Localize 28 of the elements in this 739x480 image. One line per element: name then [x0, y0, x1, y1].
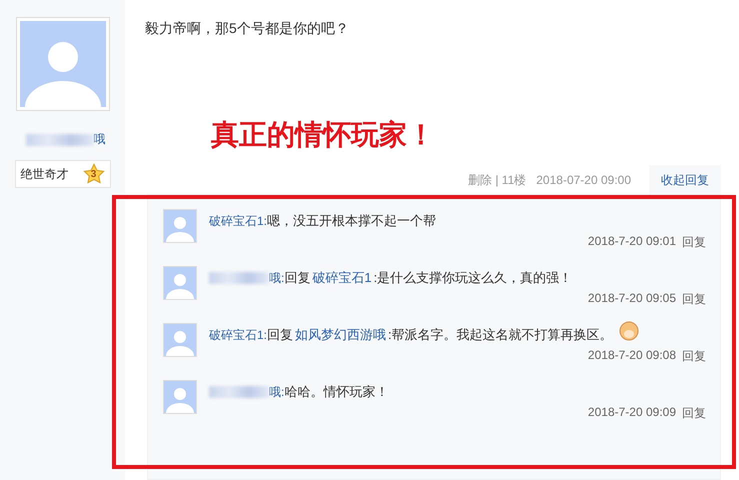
reply-time: 2018-7-20 09:09 — [588, 405, 676, 421]
floor-info: 删除 | 11楼 — [468, 172, 526, 188]
reply-text: :是什么支撑你玩这么久，真的强！ — [374, 269, 572, 287]
post-time: 2018-07-20 09:00 — [536, 173, 631, 187]
reply-prefix: 回复 — [284, 269, 310, 287]
rank-label: 绝世奇才 — [20, 166, 68, 182]
collapse-replies-tab[interactable]: 收起回复 — [649, 164, 721, 196]
reply-link[interactable]: 回复 — [682, 348, 706, 365]
reply-prefix: 回复 — [267, 326, 294, 344]
post-text: 毅力帝啊，那5个号都是你的吧？ — [145, 20, 350, 38]
reply-text: 嗯，没五开根本撑不起一个帮 — [267, 212, 436, 230]
mention-link[interactable]: 如风梦幻西游哦 — [295, 326, 386, 344]
reply-time: 2018-7-20 09:05 — [588, 291, 676, 307]
author-link[interactable]: 破碎宝石1: — [209, 212, 268, 230]
reply-time: 2018-7-20 09:01 — [588, 234, 676, 250]
reply-time: 2018-7-20 09:08 — [588, 348, 676, 364]
reply-text: 哈哈。情怀玩家！ — [284, 383, 388, 401]
author-link[interactable]: 破碎宝石1: — [209, 326, 268, 344]
author-link[interactable]: 哦: — [269, 384, 284, 400]
reply-link[interactable]: 回复 — [682, 234, 706, 251]
reply-text: :帮派名字。我起这名就不打算再换区。 — [388, 326, 613, 344]
author-link[interactable]: 哦: — [269, 270, 284, 286]
level-star: 3 — [82, 163, 104, 185]
reply-link[interactable]: 回复 — [682, 405, 706, 422]
mention-link[interactable]: 破碎宝石1 — [312, 269, 372, 287]
annotation-text: 真正的情怀玩家！ — [211, 118, 436, 152]
reply-link[interactable]: 回复 — [682, 291, 706, 308]
username-link[interactable]: 哦 — [94, 131, 106, 148]
